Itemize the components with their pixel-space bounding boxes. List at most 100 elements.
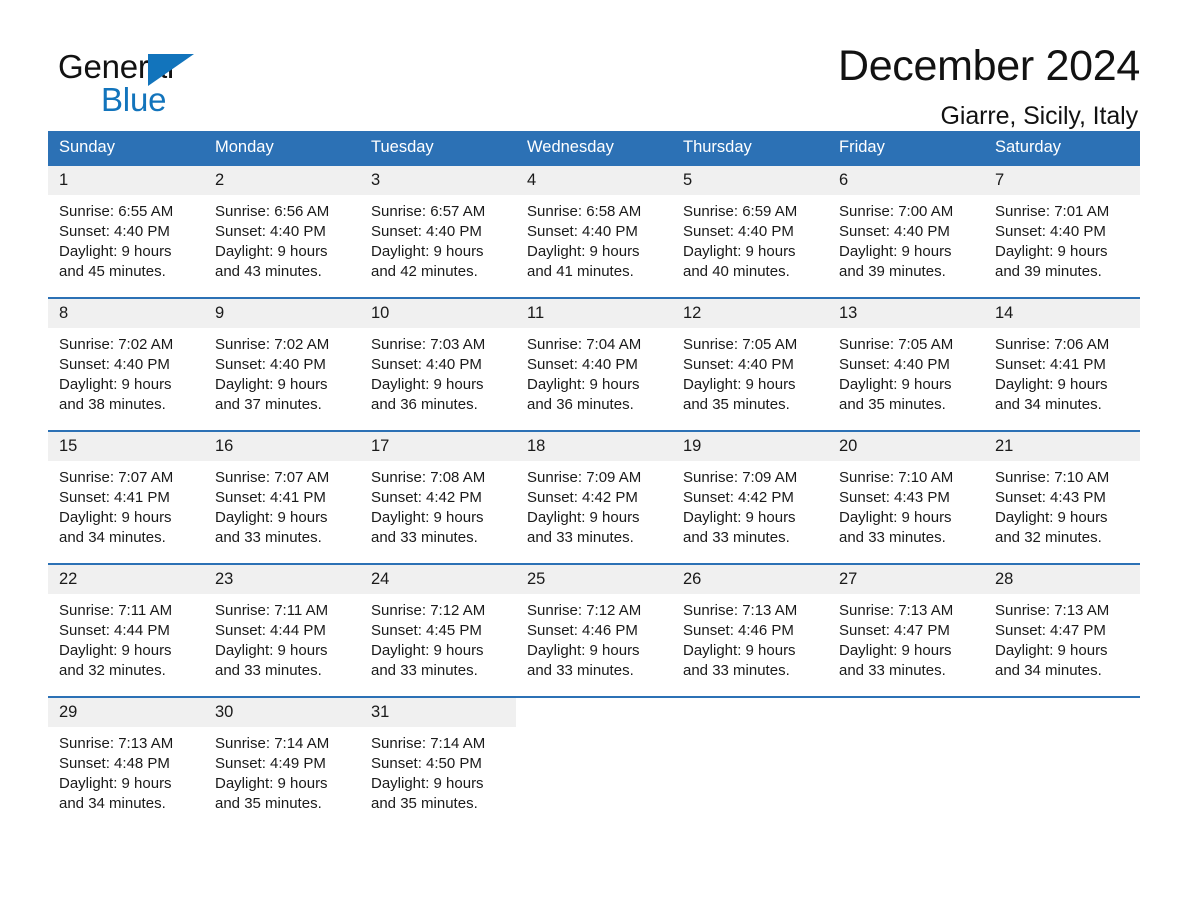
day-sun-info: Sunrise: 7:13 AM Sunset: 4:47 PM Dayligh… bbox=[995, 602, 1110, 679]
day-cell[interactable]: 21 Sunrise: 7:10 AM Sunset: 4:43 PM Dayl… bbox=[984, 432, 1140, 563]
day-number: 26 bbox=[683, 570, 702, 589]
day-number-band: 7 bbox=[984, 166, 1140, 195]
day-sun-info: Sunrise: 7:04 AM Sunset: 4:40 PM Dayligh… bbox=[527, 336, 642, 413]
day-cell[interactable]: 22 Sunrise: 7:11 AM Sunset: 4:44 PM Dayl… bbox=[48, 565, 204, 696]
day-number: 11 bbox=[527, 304, 545, 323]
day-sun-info: Sunrise: 7:05 AM Sunset: 4:40 PM Dayligh… bbox=[839, 336, 954, 413]
day-sun-info: Sunrise: 6:58 AM Sunset: 4:40 PM Dayligh… bbox=[527, 203, 642, 280]
weekday-header-wednesday: Wednesday bbox=[527, 138, 614, 156]
day-cell[interactable]: 31 Sunrise: 7:14 AM Sunset: 4:50 PM Dayl… bbox=[360, 698, 516, 829]
day-number: 24 bbox=[371, 570, 390, 589]
day-cell[interactable]: 10 Sunrise: 7:03 AM Sunset: 4:40 PM Dayl… bbox=[360, 299, 516, 430]
day-number-band: 23 bbox=[204, 565, 360, 594]
day-number-band: 14 bbox=[984, 299, 1140, 328]
day-cell[interactable]: 6 Sunrise: 7:00 AM Sunset: 4:40 PM Dayli… bbox=[828, 166, 984, 297]
day-number-band: 17 bbox=[360, 432, 516, 461]
day-number-band: 26 bbox=[672, 565, 828, 594]
day-number: 19 bbox=[683, 437, 702, 456]
day-sun-info: Sunrise: 7:13 AM Sunset: 4:47 PM Dayligh… bbox=[839, 602, 954, 679]
day-number: 6 bbox=[839, 171, 849, 190]
day-number-band: 21 bbox=[984, 432, 1140, 461]
day-number: 25 bbox=[527, 570, 546, 589]
day-sun-info: Sunrise: 6:57 AM Sunset: 4:40 PM Dayligh… bbox=[371, 203, 486, 280]
day-cell[interactable]: 8 Sunrise: 7:02 AM Sunset: 4:40 PM Dayli… bbox=[48, 299, 204, 430]
day-cell[interactable]: 17 Sunrise: 7:08 AM Sunset: 4:42 PM Dayl… bbox=[360, 432, 516, 563]
day-sun-info: Sunrise: 6:55 AM Sunset: 4:40 PM Dayligh… bbox=[59, 203, 174, 280]
day-cell[interactable]: 1 Sunrise: 6:55 AM Sunset: 4:40 PM Dayli… bbox=[48, 166, 204, 297]
weekday-header-row: Sunday Monday Tuesday Wednesday Thursday… bbox=[48, 131, 1140, 164]
day-cell[interactable]: 26 Sunrise: 7:13 AM Sunset: 4:46 PM Dayl… bbox=[672, 565, 828, 696]
day-number-band: 15 bbox=[48, 432, 204, 461]
day-number-band: 20 bbox=[828, 432, 984, 461]
day-sun-info: Sunrise: 7:12 AM Sunset: 4:46 PM Dayligh… bbox=[527, 602, 642, 679]
day-sun-info: Sunrise: 7:09 AM Sunset: 4:42 PM Dayligh… bbox=[683, 469, 798, 546]
weekday-header-sunday: Sunday bbox=[59, 138, 115, 156]
day-sun-info: Sunrise: 7:05 AM Sunset: 4:40 PM Dayligh… bbox=[683, 336, 798, 413]
week-row: 29 Sunrise: 7:13 AM Sunset: 4:48 PM Dayl… bbox=[48, 696, 1140, 829]
day-number-band: 4 bbox=[516, 166, 672, 195]
day-sun-info: Sunrise: 7:08 AM Sunset: 4:42 PM Dayligh… bbox=[371, 469, 486, 546]
day-cell-empty bbox=[984, 698, 1140, 829]
day-cell[interactable]: 5 Sunrise: 6:59 AM Sunset: 4:40 PM Dayli… bbox=[672, 166, 828, 297]
title-block: December 2024 Giarre, Sicily, Italy bbox=[838, 42, 1140, 131]
day-cell[interactable]: 27 Sunrise: 7:13 AM Sunset: 4:47 PM Dayl… bbox=[828, 565, 984, 696]
day-cell[interactable]: 30 Sunrise: 7:14 AM Sunset: 4:49 PM Dayl… bbox=[204, 698, 360, 829]
day-cell[interactable]: 25 Sunrise: 7:12 AM Sunset: 4:46 PM Dayl… bbox=[516, 565, 672, 696]
day-sun-info: Sunrise: 7:10 AM Sunset: 4:43 PM Dayligh… bbox=[839, 469, 954, 546]
day-cell[interactable]: 24 Sunrise: 7:12 AM Sunset: 4:45 PM Dayl… bbox=[360, 565, 516, 696]
day-number: 31 bbox=[371, 703, 390, 722]
day-cell[interactable]: 12 Sunrise: 7:05 AM Sunset: 4:40 PM Dayl… bbox=[672, 299, 828, 430]
day-cell[interactable]: 15 Sunrise: 7:07 AM Sunset: 4:41 PM Dayl… bbox=[48, 432, 204, 563]
calendar-page: General Blue December 2024 Giarre, Sicil… bbox=[0, 0, 1188, 918]
day-number-band: 24 bbox=[360, 565, 516, 594]
day-cell[interactable]: 7 Sunrise: 7:01 AM Sunset: 4:40 PM Dayli… bbox=[984, 166, 1140, 297]
day-cell[interactable]: 18 Sunrise: 7:09 AM Sunset: 4:42 PM Dayl… bbox=[516, 432, 672, 563]
day-number: 15 bbox=[59, 437, 78, 456]
day-cell-empty bbox=[672, 698, 828, 829]
location-subtitle: Giarre, Sicily, Italy bbox=[940, 102, 1139, 131]
week-row: 8 Sunrise: 7:02 AM Sunset: 4:40 PM Dayli… bbox=[48, 297, 1140, 430]
day-sun-info: Sunrise: 7:11 AM Sunset: 4:44 PM Dayligh… bbox=[215, 602, 329, 679]
day-number-band: 29 bbox=[48, 698, 204, 727]
day-number: 20 bbox=[839, 437, 858, 456]
day-cell[interactable]: 29 Sunrise: 7:13 AM Sunset: 4:48 PM Dayl… bbox=[48, 698, 204, 829]
week-row: 22 Sunrise: 7:11 AM Sunset: 4:44 PM Dayl… bbox=[48, 563, 1140, 696]
day-number-band: 8 bbox=[48, 299, 204, 328]
day-cell[interactable]: 13 Sunrise: 7:05 AM Sunset: 4:40 PM Dayl… bbox=[828, 299, 984, 430]
weekday-header-monday: Monday bbox=[215, 138, 274, 156]
weekday-header-friday: Friday bbox=[839, 138, 885, 156]
day-cell[interactable]: 3 Sunrise: 6:57 AM Sunset: 4:40 PM Dayli… bbox=[360, 166, 516, 297]
day-number: 7 bbox=[995, 171, 1005, 190]
day-cell[interactable]: 23 Sunrise: 7:11 AM Sunset: 4:44 PM Dayl… bbox=[204, 565, 360, 696]
day-number: 16 bbox=[215, 437, 234, 456]
day-number: 4 bbox=[527, 171, 537, 190]
day-sun-info: Sunrise: 7:00 AM Sunset: 4:40 PM Dayligh… bbox=[839, 203, 954, 280]
day-sun-info: Sunrise: 7:12 AM Sunset: 4:45 PM Dayligh… bbox=[371, 602, 486, 679]
day-sun-info: Sunrise: 7:03 AM Sunset: 4:40 PM Dayligh… bbox=[371, 336, 486, 413]
day-sun-info: Sunrise: 6:59 AM Sunset: 4:40 PM Dayligh… bbox=[683, 203, 798, 280]
day-sun-info: Sunrise: 6:56 AM Sunset: 4:40 PM Dayligh… bbox=[215, 203, 330, 280]
day-number-band: 27 bbox=[828, 565, 984, 594]
day-sun-info: Sunrise: 7:07 AM Sunset: 4:41 PM Dayligh… bbox=[215, 469, 330, 546]
day-cell-empty bbox=[828, 698, 984, 829]
day-cell[interactable]: 16 Sunrise: 7:07 AM Sunset: 4:41 PM Dayl… bbox=[204, 432, 360, 563]
day-number-band bbox=[828, 698, 984, 727]
day-cell[interactable]: 4 Sunrise: 6:58 AM Sunset: 4:40 PM Dayli… bbox=[516, 166, 672, 297]
day-cell[interactable]: 19 Sunrise: 7:09 AM Sunset: 4:42 PM Dayl… bbox=[672, 432, 828, 563]
day-cell[interactable]: 2 Sunrise: 6:56 AM Sunset: 4:40 PM Dayli… bbox=[204, 166, 360, 297]
day-cell[interactable]: 20 Sunrise: 7:10 AM Sunset: 4:43 PM Dayl… bbox=[828, 432, 984, 563]
day-cell[interactable]: 9 Sunrise: 7:02 AM Sunset: 4:40 PM Dayli… bbox=[204, 299, 360, 430]
day-number: 30 bbox=[215, 703, 234, 722]
day-cell-empty bbox=[516, 698, 672, 829]
day-sun-info: Sunrise: 7:11 AM Sunset: 4:44 PM Dayligh… bbox=[59, 602, 173, 679]
day-sun-info bbox=[995, 727, 1129, 734]
day-number: 23 bbox=[215, 570, 234, 589]
day-cell[interactable]: 11 Sunrise: 7:04 AM Sunset: 4:40 PM Dayl… bbox=[516, 299, 672, 430]
day-cell[interactable]: 28 Sunrise: 7:13 AM Sunset: 4:47 PM Dayl… bbox=[984, 565, 1140, 696]
generalblue-logo[interactable]: General Blue bbox=[48, 42, 248, 120]
day-number: 10 bbox=[371, 304, 390, 323]
day-number-band bbox=[672, 698, 828, 727]
day-sun-info: Sunrise: 7:10 AM Sunset: 4:43 PM Dayligh… bbox=[995, 469, 1110, 546]
day-cell[interactable]: 14 Sunrise: 7:06 AM Sunset: 4:41 PM Dayl… bbox=[984, 299, 1140, 430]
day-sun-info bbox=[527, 727, 661, 734]
